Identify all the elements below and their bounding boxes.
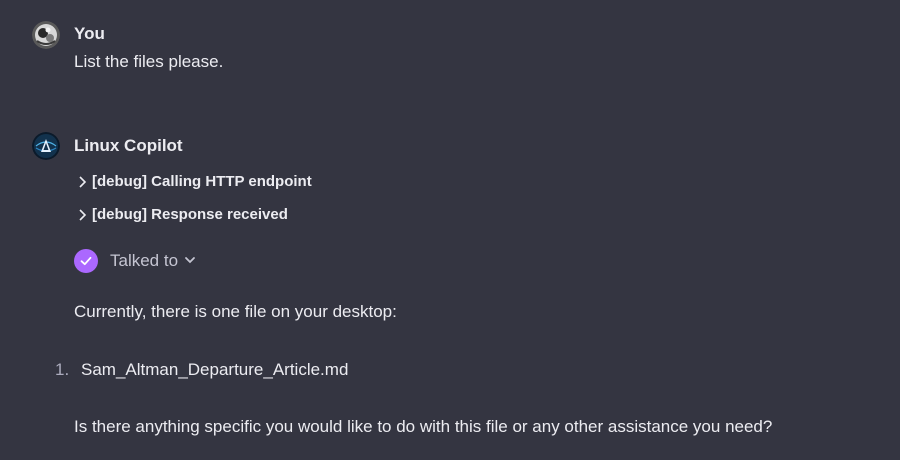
chevron-right-icon bbox=[78, 175, 88, 189]
plugin-status-label: Talked to bbox=[110, 251, 179, 270]
debug-line-label: [debug] Response received bbox=[92, 206, 288, 223]
assistant-intro-text: Currently, there is one file on your des… bbox=[74, 302, 397, 321]
user-avatar bbox=[32, 21, 60, 49]
debug-line-label: [debug] Calling HTTP endpoint bbox=[92, 173, 312, 190]
debug-line-calling[interactable]: [debug] Calling HTTP endpoint bbox=[78, 173, 312, 190]
copilot-avatar bbox=[32, 132, 60, 160]
list-item-number: 1. bbox=[55, 360, 70, 379]
chevron-right-icon bbox=[78, 208, 88, 222]
user-author-name: You bbox=[74, 24, 105, 43]
file-list-item: Sam_Altman_Departure_Article.md bbox=[81, 360, 349, 379]
plugin-status-toggle[interactable]: Talked to bbox=[74, 249, 196, 273]
assistant-author-name: Linux Copilot bbox=[74, 136, 183, 155]
check-icon bbox=[74, 249, 98, 273]
debug-line-response[interactable]: [debug] Response received bbox=[78, 206, 288, 223]
assistant-closing-text: Is there anything specific you would lik… bbox=[74, 417, 773, 436]
chevron-down-icon bbox=[184, 252, 196, 270]
user-message-text: List the files please. bbox=[74, 52, 224, 71]
